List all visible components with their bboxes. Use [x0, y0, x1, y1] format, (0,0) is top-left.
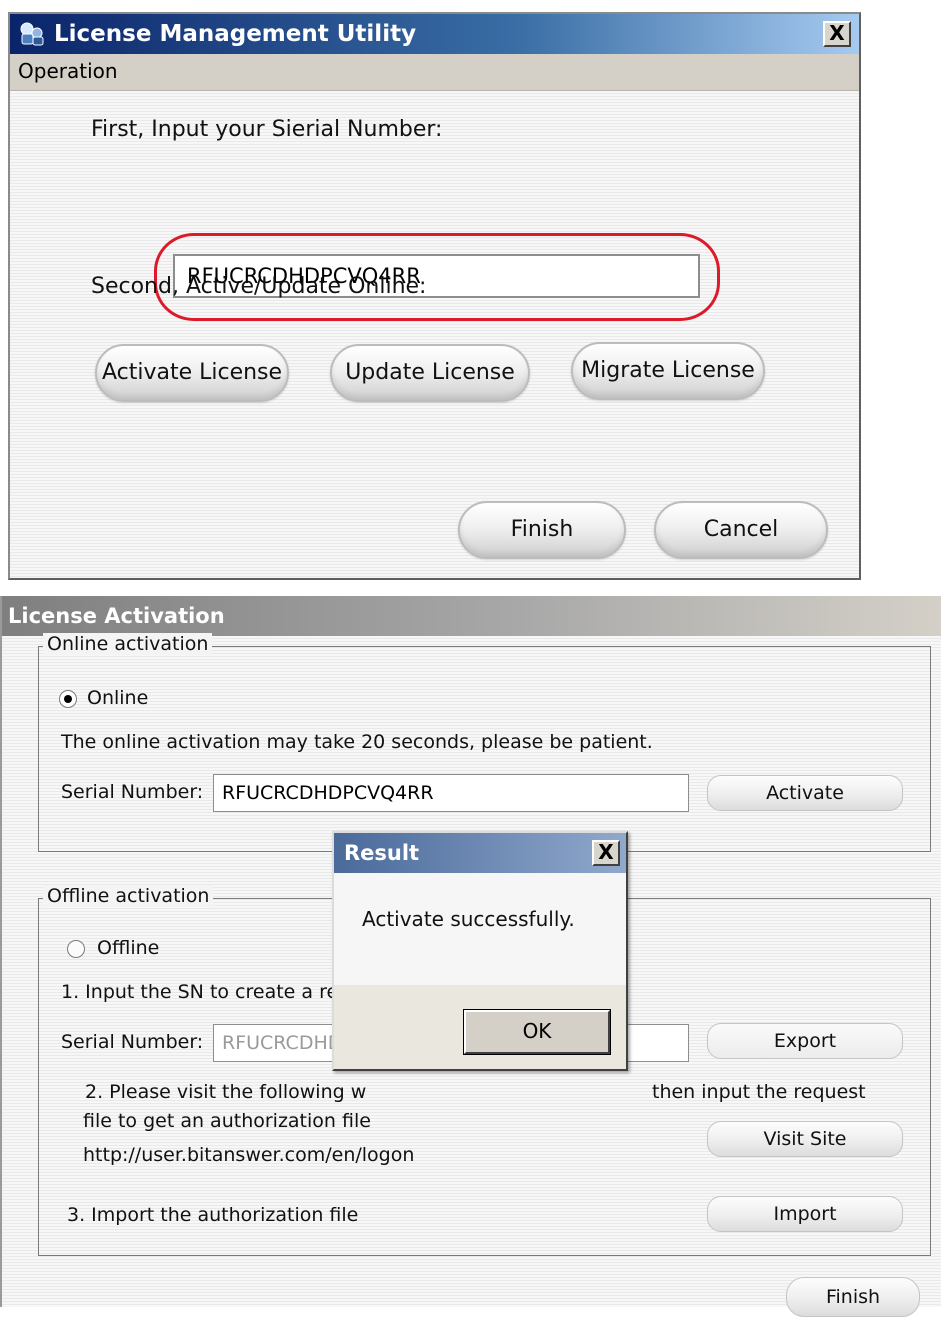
activate-license-button[interactable]: Activate License — [95, 344, 289, 402]
dialog-title: Result — [344, 841, 420, 865]
menu-bar: Operation — [10, 54, 859, 91]
offline-radio-label: Offline — [97, 937, 160, 959]
offline-step-2-line2: file to get an authorization file — [83, 1110, 371, 1132]
offline-step-3: 3. Import the authorization file — [67, 1204, 359, 1226]
visit-site-button[interactable]: Visit Site — [707, 1121, 903, 1157]
offline-step-2-cont: then input the request — [652, 1081, 866, 1103]
second-step-label: Second, Active/Update Online: — [91, 274, 427, 299]
cancel-button[interactable]: Cancel — [654, 501, 828, 559]
menu-operation[interactable]: Operation — [18, 59, 118, 83]
first-step-label: First, Input your Sierial Number: — [91, 117, 443, 142]
dialog-message-area: Activate successfully. — [334, 873, 626, 985]
license-management-window: License Management Utility X Operation F… — [8, 12, 861, 580]
activate-button[interactable]: Activate — [707, 775, 903, 811]
window-title: License Management Utility — [54, 21, 417, 47]
close-icon: X — [829, 21, 845, 45]
result-dialog: Result X Activate successfully. OK — [332, 831, 628, 1071]
online-radio[interactable] — [59, 690, 77, 708]
group-legend: Online activation — [43, 633, 213, 655]
activation-url-link[interactable]: http://user.bitanswer.com/en/logon — [83, 1144, 414, 1166]
close-button[interactable]: X — [592, 840, 620, 866]
online-serial-input[interactable]: RFUCRCDHDPCVQ4RR — [213, 774, 689, 812]
online-radio-label: Online — [87, 687, 149, 709]
import-button[interactable]: Import — [707, 1196, 903, 1232]
license-utility-body: First, Input your Sierial Number: RFUCRC… — [10, 91, 859, 578]
offline-step-1: 1. Input the SN to create a re — [61, 981, 339, 1003]
app-icon — [20, 22, 44, 46]
online-activation-group: Online activation Online The online acti… — [38, 633, 931, 852]
dialog-title-bar: Result X — [334, 833, 626, 873]
offline-step-2: 2. Please visit the following w — [85, 1081, 367, 1103]
migrate-license-button[interactable]: Migrate License — [571, 342, 765, 400]
group-legend: Offline activation — [43, 885, 214, 907]
dialog-message: Activate successfully. — [362, 907, 575, 931]
close-icon: X — [598, 840, 614, 864]
title-bar: License Management Utility X — [10, 14, 859, 54]
serial-number-label: Serial Number: — [61, 781, 204, 803]
finish-button[interactable]: Finish — [786, 1277, 920, 1317]
finish-button[interactable]: Finish — [458, 501, 626, 559]
close-button[interactable]: X — [823, 21, 851, 47]
serial-number-label: Serial Number: — [61, 1031, 204, 1053]
ok-button[interactable]: OK — [464, 1010, 610, 1054]
export-button[interactable]: Export — [707, 1023, 903, 1059]
window-title: License Activation — [8, 604, 225, 628]
title-bar: License Activation — [2, 596, 941, 636]
offline-radio[interactable] — [67, 940, 85, 958]
online-note: The online activation may take 20 second… — [61, 731, 653, 753]
update-license-button[interactable]: Update License — [330, 344, 530, 402]
